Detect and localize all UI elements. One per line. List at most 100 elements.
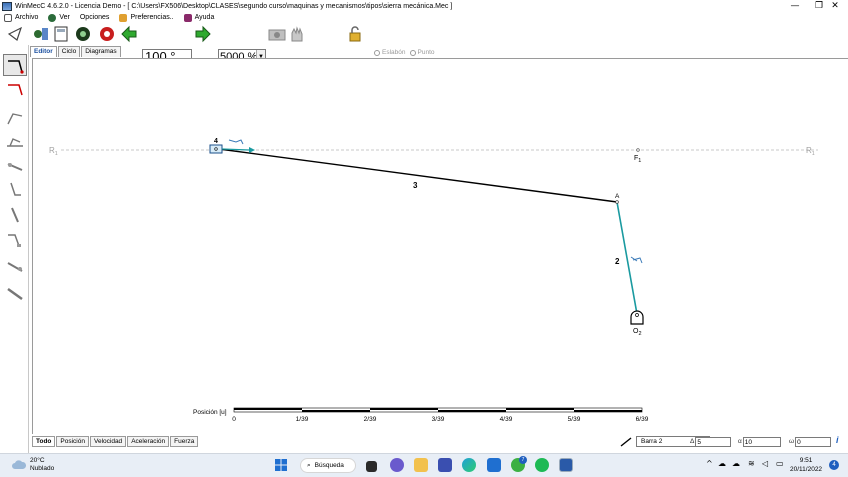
link-4-label: 4 <box>214 138 218 145</box>
mechanism-canvas[interactable]: R1 R1 3 2 4 A F1 O2 Posición [u] 0 1/39 … <box>32 58 848 434</box>
menu-ver[interactable]: Ver <box>48 13 70 22</box>
rotate-back-arrow-icon[interactable] <box>120 25 138 43</box>
slider-block[interactable] <box>209 144 223 154</box>
palette-tool-4[interactable] <box>3 131 27 153</box>
radio-punto[interactable] <box>409 49 416 56</box>
palette-tool-3[interactable] <box>3 108 27 130</box>
eye-icon <box>48 13 57 22</box>
toolbar: 100 ° 5000 % ▼ Eslabón Punto <box>0 23 848 65</box>
tab-posicion[interactable]: Posición <box>56 436 89 447</box>
tab-aceleracion[interactable]: Aceleración <box>127 436 170 447</box>
cloud-icon <box>12 460 26 469</box>
window-title: WinMecC 4.6.2.0 - Licencia Demo - [ C:\U… <box>15 2 453 10</box>
palette-tool-9[interactable] <box>3 256 27 278</box>
lock-icon[interactable] <box>346 25 364 43</box>
clock[interactable]: 9:51 20/11/2022 <box>790 456 822 474</box>
palette-tool-8[interactable] <box>3 229 27 251</box>
palette-tool-5[interactable] <box>3 154 27 176</box>
search-label: Búsqueda <box>314 462 344 469</box>
minimize-button[interactable]: — <box>782 0 808 12</box>
clock-date: 20/11/2022 <box>790 466 823 473</box>
point-o2-label: O2 <box>633 328 642 337</box>
omega-field: ω 0 <box>789 436 832 447</box>
volume-icon[interactable]: ◁ <box>762 459 768 468</box>
menu-bar: Archivo Ver Opciones Preferencias.. Ayud… <box>0 12 848 23</box>
radio-eslabon[interactable] <box>374 49 380 56</box>
spotify-icon[interactable] <box>535 458 549 472</box>
battery-icon[interactable]: ▭ <box>776 459 784 468</box>
bar-icon <box>620 437 632 447</box>
palette-tool-7[interactable] <box>3 204 27 226</box>
bar-select-value: Barra 2 <box>641 438 663 445</box>
windows-start-icon[interactable] <box>274 458 288 472</box>
scale-bar: 0 1/39 2/39 3/39 4/39 5/39 6/39 <box>232 407 649 423</box>
editor-app-icon[interactable] <box>438 458 452 472</box>
tab-ciclo[interactable]: Ciclo <box>57 46 81 57</box>
chat-icon[interactable] <box>390 458 404 472</box>
tab-todo[interactable]: Todo <box>32 436 56 447</box>
app-icon <box>2 1 12 11</box>
eye-view-icon[interactable] <box>74 25 92 43</box>
point-a-label: A <box>615 193 620 200</box>
alpha-field: α 10 <box>738 436 781 447</box>
temperature: 20°C <box>30 457 45 464</box>
file-explorer-icon[interactable] <box>414 458 428 472</box>
menu-archivo[interactable]: Archivo <box>4 13 38 22</box>
tab-editor[interactable]: Editor <box>30 46 57 57</box>
tab-diagramas[interactable]: Diagramas <box>81 46 121 57</box>
alpha-label: α <box>738 438 742 445</box>
vector-arrowhead <box>249 147 255 153</box>
joint-a[interactable] <box>615 200 619 204</box>
top-tabs: Editor Ciclo Diagramas <box>30 46 122 57</box>
tab-velocidad[interactable]: Velocidad <box>89 436 127 447</box>
winmecc-taskbar-icon[interactable] <box>559 458 573 472</box>
wifi-icon[interactable]: ≋ <box>748 459 755 468</box>
mechanism-drawing: R1 R1 3 2 4 A F1 O2 Posición [u] 0 1/39 … <box>49 138 818 423</box>
tab-fuerza[interactable]: Fuerza <box>170 436 199 447</box>
record-icon[interactable] <box>98 25 116 43</box>
force-icon <box>228 139 244 145</box>
menu-ayuda-label: Ayuda <box>194 14 215 21</box>
link-3[interactable] <box>218 148 618 203</box>
mechanism-icon[interactable] <box>32 25 50 43</box>
notification-badge[interactable]: 4 <box>829 460 839 470</box>
delta-label: Δ <box>690 438 695 445</box>
palette-tool-10[interactable] <box>3 282 27 304</box>
alpha-input[interactable]: 10 <box>742 436 781 447</box>
palette-tool-6[interactable] <box>3 178 27 200</box>
camera-icon[interactable] <box>268 25 286 43</box>
weather-widget[interactable]: 20°C Nublado <box>12 457 54 473</box>
onedrive-icon[interactable]: ☁ <box>732 459 740 468</box>
palette-link-tool-1[interactable] <box>3 54 27 76</box>
ground-pivot-o2[interactable] <box>630 310 644 325</box>
radio-punto-label: Punto <box>417 49 435 56</box>
cloud-sync-icon[interactable]: ☁ <box>718 459 726 468</box>
menu-ayuda[interactable]: Ayuda <box>183 13 215 22</box>
arrow-tool-icon[interactable] <box>6 25 24 43</box>
chevron-up-icon[interactable]: ^ <box>706 459 713 468</box>
close-button[interactable]: ✕ <box>822 0 848 12</box>
delta-input[interactable]: 5 <box>695 436 732 447</box>
rotate-forward-arrow-icon[interactable] <box>194 25 212 43</box>
scale-tick-label: 4/39 <box>500 416 513 423</box>
clock-time: 9:51 <box>799 457 813 464</box>
calculator-icon[interactable] <box>52 25 70 43</box>
hand-icon[interactable] <box>288 25 306 43</box>
point-f1[interactable] <box>636 148 640 152</box>
edge-browser-icon[interactable] <box>462 458 476 472</box>
mail-icon[interactable] <box>487 458 501 472</box>
scale-label: Posición [u] <box>193 409 227 416</box>
task-view-icon[interactable] <box>366 461 377 472</box>
scale-tick-label: 5/39 <box>568 416 581 423</box>
ref-left-label: R1 <box>49 146 58 157</box>
whatsapp-badge: 7 <box>519 456 527 464</box>
radio-eslabon-label: Eslabón <box>382 49 406 56</box>
menu-preferencias[interactable]: Preferencias.. <box>119 13 174 22</box>
menu-opciones-label: Opciones <box>79 14 110 21</box>
link-2[interactable] <box>616 201 638 315</box>
taskbar-search[interactable]: ⌕ Búsqueda <box>300 458 356 473</box>
omega-input[interactable]: 0 <box>795 436 832 447</box>
menu-opciones[interactable]: Opciones <box>80 14 110 21</box>
info-icon[interactable]: i <box>836 435 839 445</box>
palette-link-tool-2[interactable] <box>3 78 27 100</box>
